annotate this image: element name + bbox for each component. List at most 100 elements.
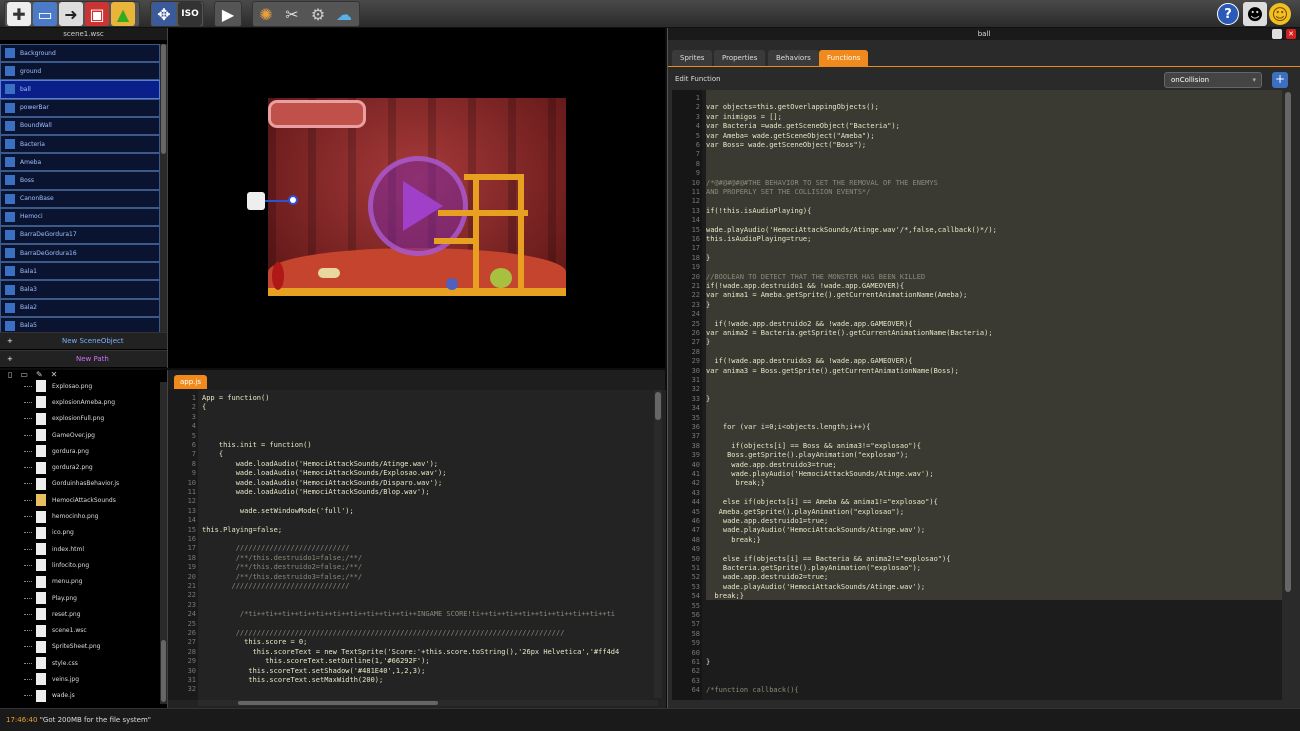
line-number: 17 [691,244,700,253]
file-item[interactable]: GorduinhasBehavior.js [0,476,158,492]
scene-object-item[interactable]: BarraDeGordura16 [0,244,160,263]
scene-object-item[interactable]: Bacteria [0,134,160,154]
file-item[interactable]: Explosao.png [0,378,158,394]
file-label: ico.png [52,529,74,537]
scene-object-item[interactable]: powerBar [0,98,160,117]
line-number: 39 [691,451,700,460]
ball-direction-handle[interactable] [288,195,298,205]
move-icon[interactable]: ✥ [152,2,176,26]
scene-object-item[interactable]: Hemoci [0,207,160,226]
close-icon[interactable]: ✕ [1286,29,1296,39]
new-path-button[interactable]: + New Path [0,350,167,367]
file-item[interactable]: HemociAttackSounds [0,492,158,508]
file-item[interactable]: style.css [0,655,158,671]
app-js-code[interactable]: 1 App = function() 2 {3 4 5 6 this.init = func… [168,390,656,700]
avatar-icon[interactable]: ☻ [1243,2,1267,26]
file-item[interactable]: gordura2.png [0,459,158,475]
editor-hscrollbar[interactable] [198,700,658,706]
sun-icon[interactable]: ✺ [254,2,278,26]
file-item[interactable]: wade.js [0,688,158,704]
scene-object-item[interactable]: CanonBase [0,189,160,208]
scene-viewport[interactable] [167,28,665,368]
file-label: explosionFull.png [52,415,105,423]
file-item[interactable]: scene1.wsc [0,622,158,638]
add-function-button[interactable]: + [1272,72,1288,88]
help-icon[interactable]: ? [1217,3,1239,25]
scene-object-item[interactable]: BoundWall [0,116,160,135]
tab-properties[interactable]: Properties [714,50,766,66]
file-item[interactable]: reset.png [0,606,158,622]
file-item[interactable]: gordura.png [0,443,158,459]
file-item[interactable]: GameOver.jpg [0,427,158,443]
tree-line [24,385,32,387]
file-item[interactable]: veins.jpg [0,671,158,687]
scene-object-item[interactable]: Bala1 [0,262,160,281]
line-number: 27 [187,638,196,647]
scene-object-item[interactable]: Bala3 [0,280,160,299]
file-item[interactable]: Play.png [0,590,158,606]
line-number: 56 [691,611,700,619]
line-number: 29 [187,657,196,666]
scene-object-item[interactable]: Ameba [0,153,160,172]
code-line: } [706,658,711,666]
iso-icon[interactable]: ISO [178,2,202,26]
scene-object-label: Bala2 [20,304,37,312]
file-icon [36,380,46,393]
undock-icon[interactable] [1272,29,1282,39]
tree-line [24,483,32,485]
open-folder-icon[interactable]: ▭ [33,2,57,26]
scene-object-item[interactable]: Bala5 [0,316,160,332]
scene-object-item[interactable]: ball [0,80,160,99]
gear-icon[interactable]: ⚙ [306,2,330,26]
new-sceneobject-button[interactable]: + New SceneObject [0,332,167,349]
tools-icon[interactable]: ✂ [280,2,304,26]
code-line: wade.loadAudio('HemociAttackSounds/Blop.… [202,488,430,496]
scene-object-item[interactable]: Background [0,44,160,63]
tab-behaviors[interactable]: Behaviors [768,50,819,66]
file-label: menu.png [52,578,83,586]
scene-object-item[interactable]: ground [0,62,160,81]
file-item[interactable]: index.html [0,541,158,557]
function-scrollbar[interactable] [1284,90,1292,700]
status-message: "Got 200MB for the file system" [39,716,151,724]
file-label: SpriteSheet.png [52,643,101,651]
tab-functions[interactable]: Functions [819,50,869,66]
new-file-icon[interactable]: ✚ [7,2,31,26]
scene-object-item[interactable]: Bala2 [0,298,160,317]
file-item[interactable]: linfocito.png [0,557,158,573]
tab-sprites[interactable]: Sprites [672,50,713,66]
code-line: if(!this.isAudioPlaying){ [706,206,812,215]
file-icon [36,640,46,653]
line-number: 14 [691,216,700,225]
code-line: AND PROPERLY SET THE COLLISION EVENTS*/ [706,188,871,196]
chevron-down-icon: ▾ [1252,76,1256,84]
tab-app-js[interactable]: app.js [174,375,207,389]
file-item[interactable]: menu.png [0,574,158,590]
cloud-icon[interactable]: ☁ [332,2,356,26]
file-item[interactable]: SpriteSheet.png [0,639,158,655]
file-item[interactable]: ico.png [0,525,158,541]
function-select[interactable]: onCollision ▾ [1164,72,1262,88]
file-item[interactable]: hemocinho.png [0,508,158,524]
scene-list-scrollbar[interactable] [160,44,167,332]
code-line: else if(objects[i] == Ameba && anima1!="… [706,498,938,507]
code-line: { [202,403,207,412]
file-item[interactable]: explosionAmeba.png [0,394,158,410]
publish-icon[interactable]: ▲ [111,2,135,26]
save-icon[interactable]: ▣ [85,2,109,26]
game-preview[interactable] [268,98,566,296]
code-line: } [706,253,711,262]
scene-object-item[interactable]: Boss [0,171,160,190]
play-icon[interactable]: ▶ [216,2,240,26]
tree-line [24,450,32,452]
import-icon[interactable]: ➜ [59,2,83,26]
smiley-icon[interactable]: ☺ [1269,3,1291,25]
scene-object-item[interactable]: BarraDeGordura17 [0,225,160,245]
ball-object[interactable] [247,192,265,210]
file-item[interactable]: explosionFull.png [0,411,158,427]
function-code[interactable]: 1 2 var objects=this.getOverlappingObjects… [672,90,1282,700]
object-icon [5,102,15,113]
line-number: 6 [191,441,196,449]
files-scrollbar[interactable] [160,382,167,704]
editor-vscrollbar[interactable] [654,390,662,698]
